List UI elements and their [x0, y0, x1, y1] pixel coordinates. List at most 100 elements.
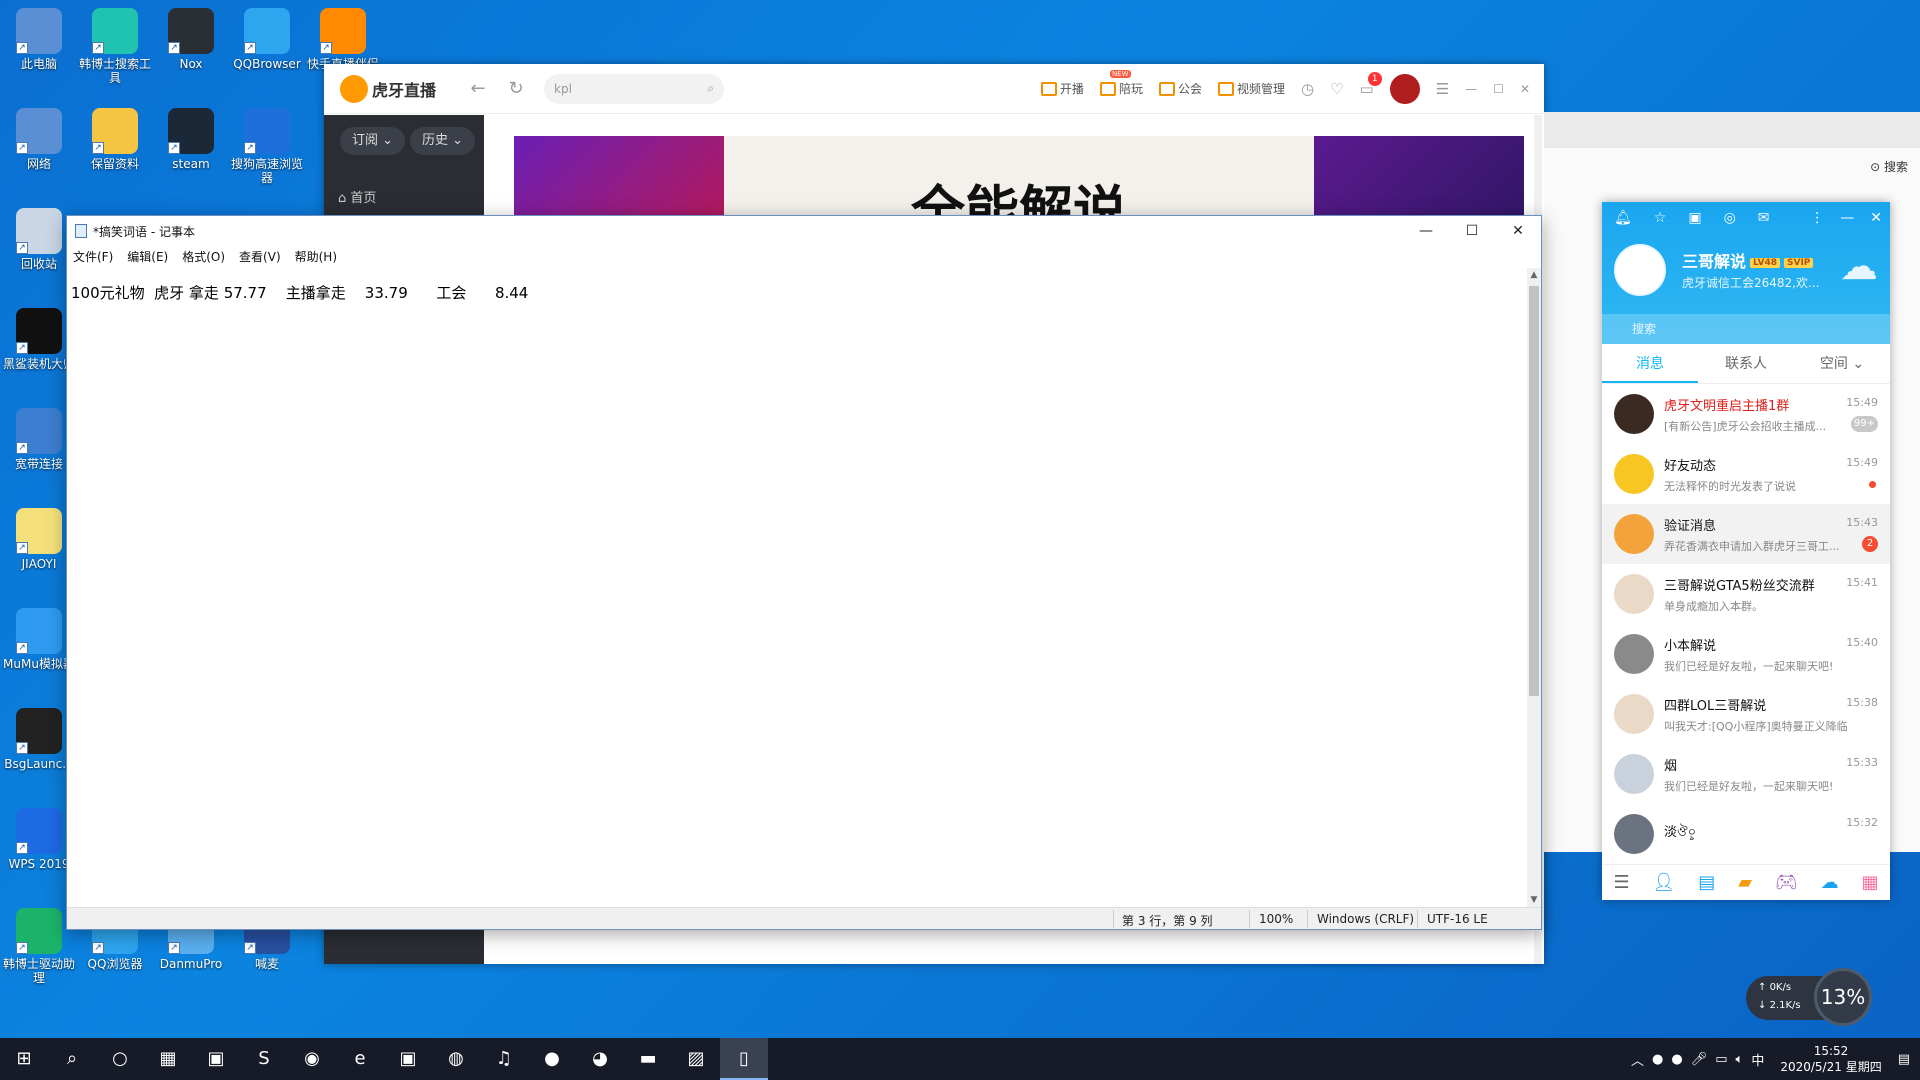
qqbrowser-icon[interactable]: ◉	[288, 1038, 336, 1080]
huya-icon[interactable]: ●	[528, 1038, 576, 1080]
mail-icon[interactable]: ✉	[1758, 210, 1770, 226]
menu-help[interactable]: 帮助(H)	[295, 248, 337, 265]
background-search-button[interactable]: ⊙ 搜索	[1870, 158, 1908, 175]
obs-icon[interactable]: ◍	[432, 1038, 480, 1080]
start-live-button[interactable]: 开播	[1040, 80, 1084, 97]
add-friend-icon[interactable]: 👤︎	[1652, 872, 1675, 893]
huya-logo[interactable]: 虎牙直播	[340, 73, 450, 105]
volume-icon[interactable]: 🔈︎	[1736, 1052, 1744, 1067]
notification-icon[interactable]: ▤	[1898, 1052, 1910, 1067]
game-icon[interactable]: 🎮︎	[1775, 872, 1798, 893]
tray-app-icon[interactable]: ●	[1671, 1052, 1682, 1067]
qq-icon[interactable]: ◕	[576, 1038, 624, 1080]
list-item[interactable]: 淡ঔ০ৢ 15:32	[1602, 804, 1890, 864]
notepad-text-area[interactable]: 100元礼物 虎牙 拿走 57.77 主播拿走 33.79 工会 8.44	[67, 268, 1527, 907]
weather-cloud-icon[interactable]: ☁	[1840, 244, 1878, 288]
menu-edit[interactable]: 编辑(E)	[127, 248, 168, 265]
netease-music-icon[interactable]: ♫	[480, 1038, 528, 1080]
desktop-icon[interactable]: ↗ Nox	[152, 8, 230, 71]
file-explorer-icon[interactable]: ▬	[624, 1038, 672, 1080]
qq-search-input[interactable]: 搜索	[1602, 314, 1890, 344]
desktop-icon[interactable]: ↗ QQBrowser	[228, 8, 306, 71]
heart-icon[interactable]: ♡	[1330, 80, 1343, 98]
menu-format[interactable]: 格式(O)	[182, 248, 225, 265]
list-item[interactable]: 烟我们已经是好友啦，一起来聊天吧! 15:33	[1602, 744, 1890, 804]
cloud-icon[interactable]: ☁	[1821, 872, 1839, 893]
scroll-down-icon[interactable]: ▼	[1527, 893, 1541, 907]
microphone-icon[interactable]: 🎤︎	[1691, 1052, 1708, 1067]
refresh-icon[interactable]: ↻	[506, 78, 526, 99]
desktop-icon[interactable]: ↗ 韩博士搜索工具	[76, 8, 154, 85]
maximize-button[interactable]: ☐	[1449, 216, 1495, 246]
search-icon[interactable]: ⌕	[48, 1038, 96, 1080]
edge-icon[interactable]: e	[336, 1038, 384, 1080]
qq-signature[interactable]: 虎牙诚信工会26482,欢...	[1682, 274, 1819, 291]
network-icon[interactable]: ▭	[1715, 1052, 1727, 1067]
menu-icon[interactable]: ☰	[1436, 80, 1449, 98]
star-icon[interactable]: ☆	[1654, 210, 1667, 226]
play-with-button[interactable]: NEW 陪玩	[1099, 70, 1143, 97]
search-icon[interactable]: ⌕	[707, 81, 714, 96]
huya-search-input[interactable]: kpl ⌕	[544, 73, 724, 104]
subscribe-button[interactable]: 订阅 ⌄	[340, 127, 406, 155]
minimize-icon[interactable]: —	[1840, 210, 1854, 226]
message-icon[interactable]: ▭ 1	[1360, 71, 1382, 98]
menu-file[interactable]: 文件(F)	[73, 248, 113, 265]
bell-icon[interactable]: 🔔︎	[1614, 210, 1632, 226]
app-manager-icon[interactable]: ▦	[1862, 872, 1879, 893]
cortana-icon[interactable]: ○	[96, 1038, 144, 1080]
notepad-icon[interactable]: ▯	[720, 1038, 768, 1080]
list-item[interactable]: 小本解说 我们已经是好友啦，一起来聊天吧! 15:40	[1602, 624, 1890, 684]
desktop-icon[interactable]: ↗ steam	[152, 108, 230, 171]
sidebar-item-home[interactable]: ⌂ 首页	[338, 187, 376, 206]
history-button[interactable]: 历史 ⌄	[410, 127, 476, 155]
list-item[interactable]: 验证消息 弄花香满衣申请加入群虎牙三哥工... 15:43 2	[1602, 504, 1890, 564]
list-item[interactable]: 四群LOL三哥解说 叫我天才:[QQ小程序]奥特曼正义降临 15:38	[1602, 684, 1890, 744]
minimize-button[interactable]: —	[1403, 216, 1449, 246]
qq-avatar[interactable]	[1614, 244, 1666, 296]
tray-app-icon[interactable]: ●	[1652, 1052, 1663, 1067]
network-speed-widget[interactable]: ↑ 0K/s ↓ 2.1K/s 13%	[1746, 968, 1872, 1026]
maximize-icon[interactable]: ☐	[1493, 82, 1504, 96]
notepad-scrollbar[interactable]: ▲ ▼	[1527, 268, 1541, 907]
tab-contacts[interactable]: 联系人	[1698, 344, 1794, 383]
user-avatar[interactable]	[1389, 73, 1420, 104]
menu-view[interactable]: 查看(V)	[239, 248, 281, 265]
scroll-thumb[interactable]	[1529, 286, 1539, 696]
gift-icon[interactable]: ▰	[1738, 872, 1752, 893]
desktop-icon[interactable]: ↗ 搜狗高速浏览器	[228, 108, 306, 185]
app-icon[interactable]: ▣	[192, 1038, 240, 1080]
tab-messages[interactable]: 消息	[1602, 344, 1698, 383]
desktop-icon[interactable]: ↗快手直播伴侣	[304, 8, 382, 71]
app-icon[interactable]: ▣	[384, 1038, 432, 1080]
video-manage-button[interactable]: 视频管理	[1217, 80, 1285, 97]
shirt-icon[interactable]: ▣	[1688, 210, 1701, 226]
tray-expand-icon[interactable]: ︿	[1631, 1050, 1644, 1069]
clock[interactable]: 15:52 2020/5/21 星期四	[1780, 1043, 1881, 1075]
desktop-icon[interactable]: ↗ 保留资料	[76, 108, 154, 171]
sogou-icon[interactable]: S	[240, 1038, 288, 1080]
tab-space[interactable]: 空间 ⌄	[1794, 344, 1890, 383]
guild-button[interactable]: 公会	[1158, 80, 1202, 97]
list-item[interactable]: 好友动态 无法释怀的时光发表了说说 15:49	[1602, 444, 1890, 504]
qq-nickname[interactable]: 三哥解说 LV48 SVIP	[1682, 248, 1814, 272]
desktop-icon[interactable]: ↗ 此电脑	[0, 8, 78, 71]
desktop-icon[interactable]: ↗ 网络	[0, 108, 78, 171]
scroll-up-icon[interactable]: ▲	[1527, 268, 1541, 282]
close-icon[interactable]: ✕	[1520, 82, 1530, 96]
minimize-icon[interactable]: —	[1465, 82, 1477, 96]
photos-icon[interactable]: ▨	[672, 1038, 720, 1080]
close-icon[interactable]: ✕	[1870, 210, 1882, 226]
main-menu-icon[interactable]: ☰	[1613, 872, 1629, 893]
task-view-icon[interactable]: ▦	[144, 1038, 192, 1080]
list-item[interactable]: 三哥解说GTA5粉丝交流群 单身成瘾加入本群。 15:41	[1602, 564, 1890, 624]
ime-indicator[interactable]: 中	[1751, 1050, 1764, 1069]
list-item[interactable]: 虎牙文明重启主播1群 [有新公告]虎牙公会招收主播成... 15:49 99+	[1602, 384, 1890, 444]
file-icon[interactable]: ▤	[1698, 872, 1715, 893]
close-button[interactable]: ✕	[1495, 216, 1541, 246]
back-icon[interactable]: ←	[468, 78, 488, 99]
more-icon[interactable]: ⋮	[1810, 210, 1824, 226]
medal-icon[interactable]: ◎	[1724, 210, 1736, 226]
windows-start-icon[interactable]: ⊞	[0, 1038, 48, 1080]
history-icon[interactable]: ◷	[1301, 80, 1314, 98]
